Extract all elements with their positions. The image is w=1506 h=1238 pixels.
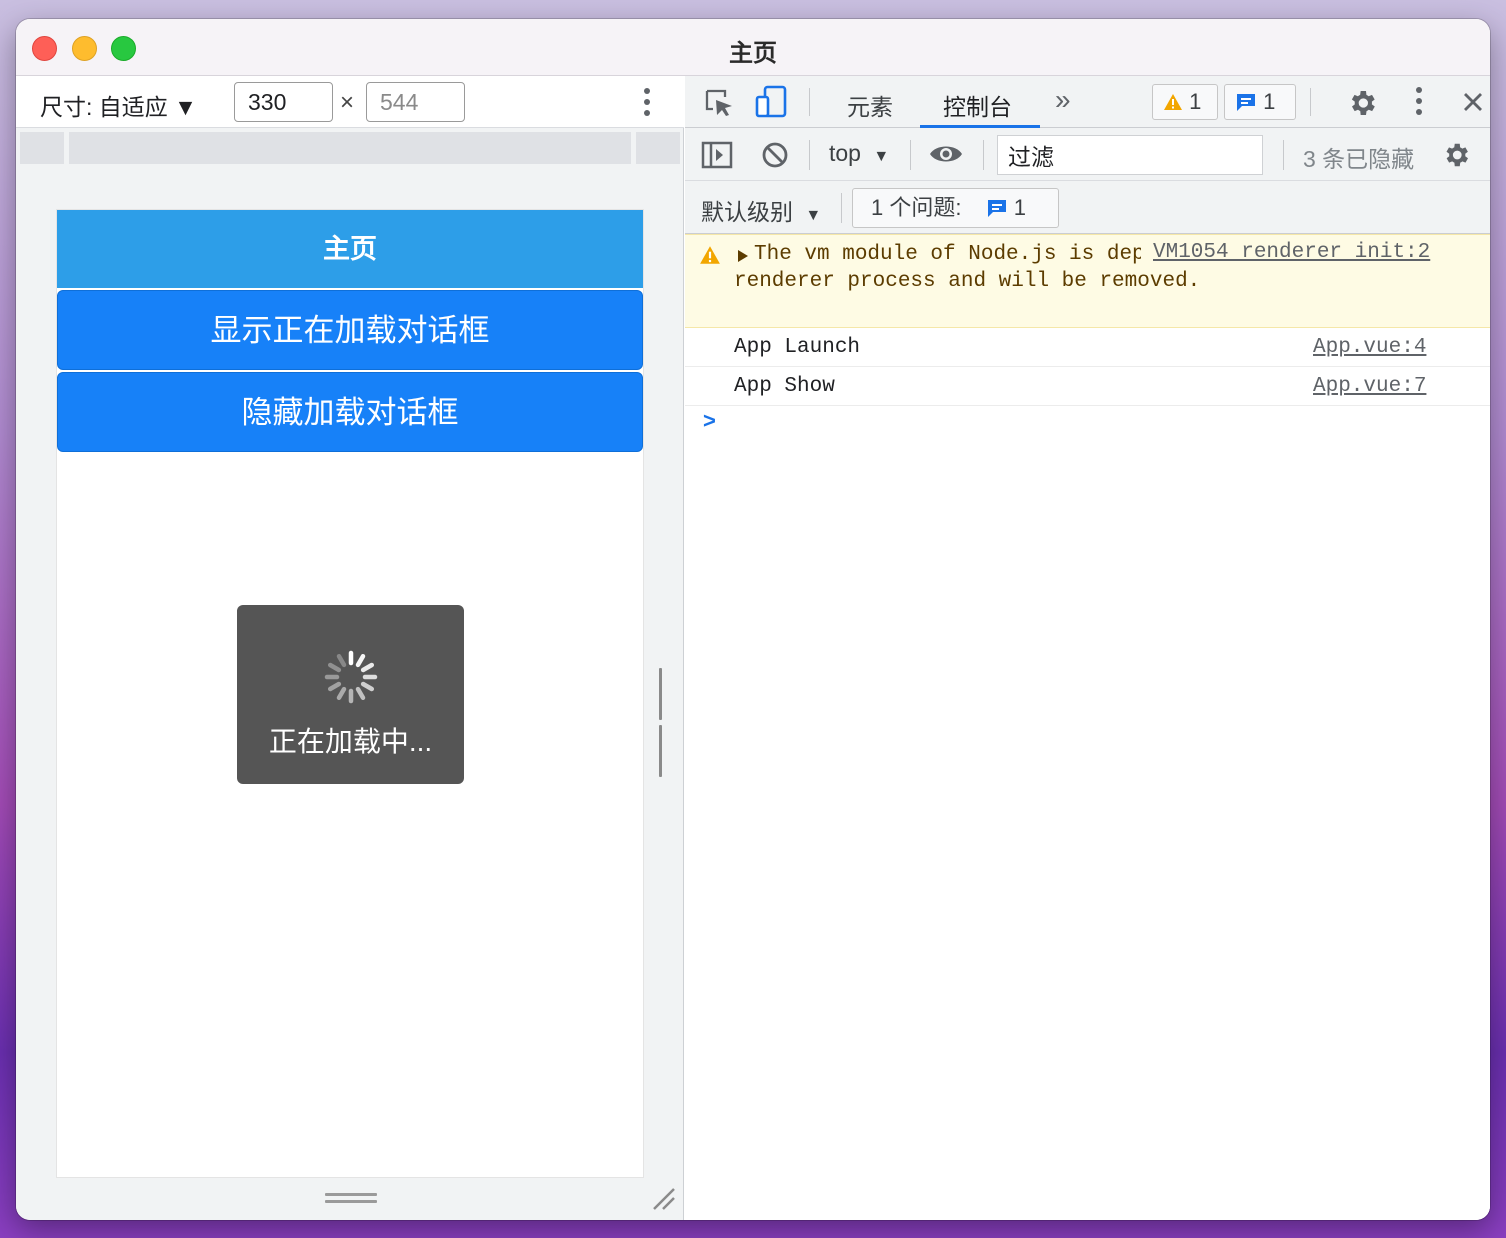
media-query-ruler-right[interactable] <box>636 132 680 164</box>
width-resize-handle[interactable] <box>659 668 671 777</box>
issues-count: 1 <box>1013 195 1026 220</box>
separator <box>809 140 810 170</box>
issues-button[interactable]: 1 个问题: 1 <box>852 188 1059 228</box>
separator <box>809 88 810 116</box>
message-count-badge[interactable]: 1 <box>1224 84 1296 120</box>
console-toolbar: top ▼ 3 条已隐藏 <box>685 128 1490 181</box>
height-resize-handle[interactable] <box>325 1193 377 1205</box>
message-icon <box>1237 94 1255 111</box>
separator <box>1310 88 1311 116</box>
settings-gear-icon[interactable] <box>1346 87 1378 119</box>
console-prompt-icon[interactable]: > <box>703 408 716 434</box>
device-viewport: 主页 显示正在加载对话框 隐藏加载对话框 正在加载中... <box>56 209 644 1178</box>
separator <box>1283 140 1284 170</box>
clear-console-icon[interactable] <box>761 141 789 169</box>
app-window: 主页 尺寸: 自适应 ▼ × 主页 显示正在加载对话框 隐藏加载对话框 <box>16 19 1490 1220</box>
message-count: 1 <box>1263 89 1276 114</box>
log-level-selector[interactable]: 默认级别 ▼ <box>701 193 821 227</box>
times-icon: × <box>340 89 355 116</box>
log-source-link[interactable]: App.vue:7 <box>1313 375 1426 398</box>
warning-icon <box>700 246 720 264</box>
device-width-input[interactable] <box>234 82 333 122</box>
media-query-ruler-left[interactable] <box>20 132 64 164</box>
tab-console[interactable]: 控制台 <box>943 88 1012 122</box>
device-height-input[interactable] <box>366 82 465 122</box>
log-source-link[interactable]: App.vue:4 <box>1313 336 1426 359</box>
log-level-value: 默认级别 <box>701 199 793 225</box>
warning-count-badge[interactable]: 1 <box>1152 84 1218 120</box>
chevron-down-icon: ▼ <box>873 148 890 165</box>
show-loading-button[interactable]: 显示正在加载对话框 <box>57 290 643 370</box>
devtools-tab-bar: 元素 控制台 » 1 1 <box>685 76 1490 128</box>
console-log-row: App Show App.vue:7 <box>685 367 1490 406</box>
dimensions-dropdown[interactable]: 尺寸: 自适应 ▼ <box>40 88 197 122</box>
device-toolbar: 尺寸: 自适应 ▼ × <box>16 76 684 128</box>
devtools-more-icon[interactable] <box>1415 87 1423 117</box>
media-query-ruler-center[interactable] <box>69 132 631 164</box>
log-text: App Launch <box>734 336 861 359</box>
more-tabs-icon[interactable]: » <box>1055 84 1071 116</box>
console-settings-icon[interactable] <box>1441 140 1471 170</box>
sidebar-toggle-icon[interactable] <box>701 141 733 169</box>
console-filter-input[interactable] <box>997 135 1263 175</box>
warning-icon <box>1164 94 1182 110</box>
separator <box>910 140 911 170</box>
more-options-icon[interactable] <box>643 88 651 118</box>
console-filter-bar: 默认级别 ▼ 1 个问题: 1 <box>685 181 1490 234</box>
separator <box>983 140 984 170</box>
inspect-element-icon[interactable] <box>703 87 735 119</box>
loading-spinner-icon <box>324 650 378 704</box>
warning-source-link[interactable]: VM1054 renderer init:2 <box>1141 241 1431 264</box>
log-text: App Show <box>734 375 835 398</box>
context-selector-value: top <box>829 140 861 166</box>
device-emulation-pane: 尺寸: 自适应 ▼ × 主页 显示正在加载对话框 隐藏加载对话框 <box>16 76 684 1220</box>
loading-toast: 正在加载中... <box>237 605 464 784</box>
devtools-panel: 元素 控制台 » 1 1 top ▼ 过滤 3 条已隐藏 默认级别 ▼ 1 个问… <box>685 76 1490 1220</box>
separator <box>841 193 842 223</box>
device-toolbar-toggle-icon[interactable] <box>755 84 791 120</box>
close-devtools-icon[interactable] <box>1462 91 1484 113</box>
hidden-messages-count: 3 条已隐藏 <box>1303 146 1415 172</box>
live-expression-eye-icon[interactable] <box>929 142 963 166</box>
window-title: 主页 <box>729 40 777 67</box>
console-messages: The vm module of Node.js is deprecated i… <box>685 234 1490 1220</box>
context-selector[interactable]: top ▼ <box>829 140 889 167</box>
console-warning-message: The vm module of Node.js is deprecated i… <box>685 234 1490 328</box>
page-nav-bar: 主页 <box>57 210 643 288</box>
title-bar: 主页 <box>16 19 1490 76</box>
chevron-down-icon: ▼ <box>805 207 822 224</box>
warning-count: 1 <box>1189 89 1202 114</box>
issues-label: 1 个问题: <box>871 195 962 220</box>
message-icon <box>987 200 1006 217</box>
tab-elements[interactable]: 元素 <box>847 88 893 122</box>
console-log-row: App Launch App.vue:4 <box>685 328 1490 367</box>
corner-resize-icon[interactable] <box>648 1183 676 1211</box>
loading-text: 正在加载中... <box>268 726 433 757</box>
hide-loading-button[interactable]: 隐藏加载对话框 <box>57 372 643 452</box>
